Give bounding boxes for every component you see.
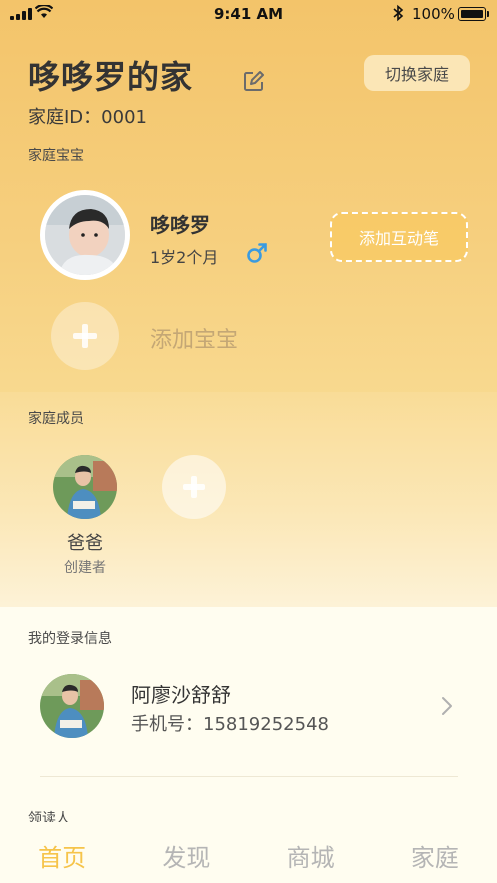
tab-discover[interactable]: 发现 [124,822,248,883]
add-baby-label[interactable]: 添加宝宝 [150,322,238,354]
baby-name: 哆哆罗 [150,213,210,237]
login-name: 阿廖沙舒舒 [131,683,231,707]
add-pen-button[interactable]: 添加互动笔 [330,212,468,262]
battery-percent: 100% [412,5,455,23]
bluetooth-icon [393,4,404,22]
members-section-label: 家庭成员 [28,411,84,427]
switch-family-button[interactable]: 切换家庭 [364,55,470,91]
member-avatar[interactable] [53,455,117,519]
tab-mall[interactable]: 商城 [249,822,373,883]
edit-icon[interactable] [243,70,265,92]
status-bar: 9:41 AM 100% [0,0,497,28]
battery-icon [458,7,486,21]
add-member-button[interactable] [162,455,226,519]
chevron-right-icon[interactable] [440,695,454,717]
divider [40,776,458,777]
family-name: 哆哆罗的家 [28,58,194,96]
babies-section-label: 家庭宝宝 [28,148,84,164]
baby-age: 1岁2个月 [150,248,219,267]
login-phone: 手机号：15819252548 [131,714,329,735]
tab-home[interactable]: 首页 [0,822,124,883]
login-avatar[interactable] [40,674,104,738]
male-icon [247,243,267,263]
add-baby-button[interactable] [51,302,119,370]
baby-avatar[interactable] [40,190,130,280]
member-role: 创建者 [64,560,106,576]
family-id: 家庭ID：0001 [28,107,147,128]
tab-bar: 首页 发现 商城 家庭 [0,822,497,883]
tab-family[interactable]: 家庭 [373,822,497,883]
member-name: 爸爸 [67,533,103,554]
login-section-label: 我的登录信息 [28,631,112,647]
